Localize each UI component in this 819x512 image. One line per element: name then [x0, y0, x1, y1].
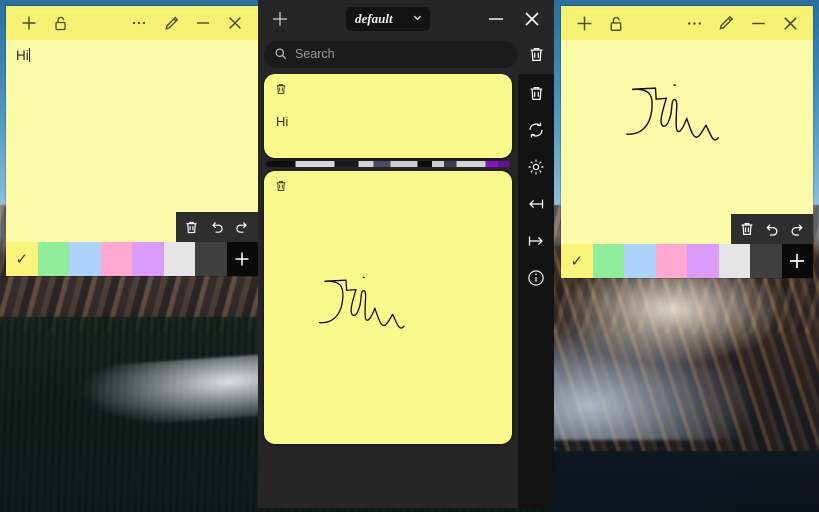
edit-pen-icon[interactable]: [711, 9, 741, 37]
text-caret: [28, 48, 30, 62]
trash-icon[interactable]: [735, 216, 758, 242]
more-options-icon[interactable]: [679, 9, 709, 37]
note-titlebar-left[interactable]: [6, 6, 258, 40]
new-note-button[interactable]: [14, 9, 44, 37]
delete-all-icon[interactable]: [522, 40, 550, 68]
swatch-blue[interactable]: [624, 244, 656, 278]
swatch-dark-gray[interactable]: [750, 244, 782, 278]
more-options-icon[interactable]: [124, 9, 154, 37]
redo-icon[interactable]: [786, 216, 809, 242]
minimize-button[interactable]: [480, 4, 512, 34]
swatch-pink[interactable]: [100, 242, 132, 276]
search-icon: [274, 47, 288, 61]
add-color-button[interactable]: [781, 244, 813, 278]
search-input[interactable]: [295, 47, 508, 61]
redo-icon[interactable]: [231, 214, 254, 240]
profile-select[interactable]: default: [346, 7, 430, 31]
swatch-green[interactable]: [592, 244, 624, 278]
sticky-note-window-right[interactable]: ✓: [561, 6, 813, 278]
new-note-button[interactable]: [264, 4, 296, 34]
note-card-text: Hi: [276, 114, 289, 129]
manager-search-row[interactable]: [258, 38, 554, 74]
note-mini-toolbar-left[interactable]: [176, 212, 258, 242]
notes-card-list[interactable]: Hi: [258, 74, 518, 508]
swatch-blue[interactable]: [69, 242, 101, 276]
minimize-button[interactable]: [743, 9, 773, 37]
handwriting-drawing: [626, 84, 720, 141]
notes-manager-window[interactable]: default Search Hi: [258, 0, 554, 508]
note-mini-toolbar-right[interactable]: [731, 214, 813, 244]
desktop: Hi ✓ default Search Hi ✓: [0, 0, 819, 512]
swatch-dark-gray[interactable]: [195, 242, 227, 276]
import-icon[interactable]: [521, 189, 551, 219]
sync-icon[interactable]: [521, 115, 551, 145]
chevron-down-icon: [412, 11, 423, 27]
selected-check: ✓: [15, 250, 29, 268]
undo-icon[interactable]: [760, 216, 783, 242]
trash-icon[interactable]: [180, 214, 203, 240]
new-note-button[interactable]: [569, 9, 599, 37]
manager-main: Hi: [258, 74, 554, 508]
swatch-pink[interactable]: [655, 244, 687, 278]
profile-select-value: default: [355, 11, 393, 26]
trash-icon[interactable]: [274, 82, 288, 96]
close-button[interactable]: [220, 9, 250, 37]
export-icon[interactable]: [521, 226, 551, 256]
handwriting-drawing: [318, 276, 405, 329]
close-button[interactable]: [775, 9, 805, 37]
sticky-note-window-left[interactable]: Hi ✓: [6, 6, 258, 276]
manager-side-rail[interactable]: [518, 74, 554, 508]
selected-check: ✓: [570, 252, 584, 270]
undo-icon[interactable]: [205, 214, 228, 240]
color-palette-left[interactable]: ✓: [6, 242, 258, 276]
add-color-button[interactable]: [226, 242, 258, 276]
gear-icon[interactable]: [521, 152, 551, 182]
horizontal-scrollbar[interactable]: [266, 161, 510, 167]
color-palette-right[interactable]: ✓: [561, 244, 813, 278]
note-titlebar-right[interactable]: [561, 6, 813, 40]
swatch-white[interactable]: [163, 242, 195, 276]
note-text-left[interactable]: Hi: [6, 40, 258, 65]
note-card[interactable]: Hi: [264, 74, 512, 158]
manager-titlebar[interactable]: default: [258, 0, 554, 38]
trash-icon[interactable]: [521, 78, 551, 108]
search-box[interactable]: [264, 40, 518, 68]
swatch-yellow[interactable]: ✓: [6, 242, 38, 276]
minimize-button[interactable]: [188, 9, 218, 37]
note-content-area-right[interactable]: [561, 40, 813, 244]
edit-pen-icon[interactable]: [156, 9, 186, 37]
note-content-area-left[interactable]: Hi: [6, 40, 258, 242]
swatch-purple[interactable]: [132, 242, 164, 276]
swatch-white[interactable]: [718, 244, 750, 278]
note-text-value-left: Hi: [16, 48, 29, 63]
note-card[interactable]: [264, 171, 512, 444]
trash-icon[interactable]: [274, 179, 288, 193]
info-icon[interactable]: [521, 263, 551, 293]
swatch-yellow[interactable]: ✓: [561, 244, 593, 278]
swatch-purple[interactable]: [687, 244, 719, 278]
swatch-green[interactable]: [37, 242, 69, 276]
close-button[interactable]: [516, 4, 548, 34]
unlock-icon[interactable]: [46, 9, 76, 37]
unlock-icon[interactable]: [601, 9, 631, 37]
